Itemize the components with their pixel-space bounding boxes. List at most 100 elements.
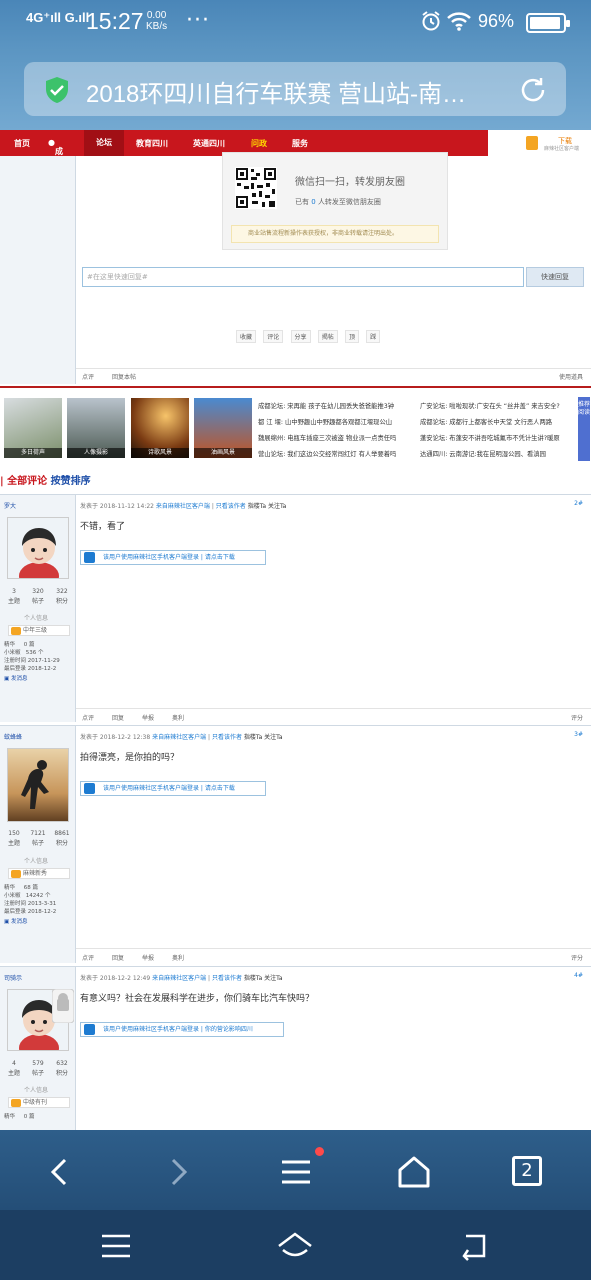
android-float-icon[interactable] <box>52 989 74 1023</box>
author-info: 精华 68 篇 小米椒 14242 个 注册时间 2013-3-31 最后登录 … <box>4 885 57 926</box>
nav-item-forum[interactable]: 论坛 <box>84 130 124 156</box>
use-tools-link[interactable]: 使用道具 <box>559 372 583 381</box>
phone-icon <box>526 136 538 150</box>
author-name[interactable]: 罗大 <box>4 501 16 510</box>
avatar[interactable] <box>7 748 69 822</box>
news-item[interactable]: 营山论坛: 我们这边公交经常闯红灯 有人举要着吗 <box>258 448 414 461</box>
share-button[interactable]: 分享 <box>290 330 311 343</box>
floor-number[interactable]: 3# <box>574 731 583 738</box>
rank-icon <box>11 627 21 635</box>
oppose-link[interactable]: 奥利 <box>172 713 184 722</box>
reply-post-link[interactable]: 回复本帖 <box>112 372 136 381</box>
recommended-tab[interactable]: 推荐阅读 <box>578 397 590 461</box>
download-app-button[interactable]: 下载 麻辣社区客户端 <box>522 134 586 154</box>
news-item[interactable]: 蓬安论坛: 布蓬安不讲吾吃城氟市不凭计生讲?暖原 <box>420 432 576 445</box>
reload-icon[interactable] <box>518 75 548 105</box>
downvote-button[interactable]: 踩 <box>366 330 381 343</box>
nav-item-education[interactable]: 教育四川 <box>136 138 168 149</box>
nav-item-chengdu[interactable]: ● 成都 <box>48 138 63 167</box>
comment-sort-tabs: | 全部评论 按赞排序 <box>0 476 91 487</box>
news-item[interactable]: 成都论坛: 宋再能 孩子在幼儿园丢失爸爸能推3钟 <box>258 400 414 413</box>
copyright-notice: 商业站售流程新操作表获授权，非商业转载请注明出处。 <box>231 225 439 243</box>
post-body: 有意义吗？社会在发展科学在进步，你们骑车比汽车快吗？ <box>80 994 315 1004</box>
score-link[interactable]: 评分 <box>571 953 583 962</box>
oppose-link[interactable]: 奥利 <box>172 953 184 962</box>
tabs-button[interactable]: 2 <box>512 1156 542 1186</box>
menu-button[interactable] <box>276 1152 316 1192</box>
comment-button[interactable]: 评论 <box>263 330 284 343</box>
nav-item-home[interactable]: 首页 <box>14 138 30 149</box>
divider <box>0 386 591 388</box>
forward-button[interactable] <box>158 1152 198 1192</box>
rank-badge: 麻辣新秀 <box>8 868 70 879</box>
post-bottom-bar: 点评 回复本帖 使用道具 <box>76 368 591 381</box>
page-title: 2018环四川自行车联赛 营山站-南… <box>86 81 467 108</box>
address-bar[interactable]: 2018环四川自行车联赛 营山站-南… <box>24 62 566 116</box>
qr-code <box>235 167 277 209</box>
tab-all-comments[interactable]: 全部评论 <box>7 476 47 487</box>
tab-sort-by-likes[interactable]: 按赞排序 <box>51 476 91 487</box>
author-info: 精华 0 篇 小米椒 536 个 注册时间 2017-11-29 最后登录 20… <box>4 642 60 683</box>
post-meta: 发表于 2018-12-2 12:49 来自麻辣社区客户端 | 只看该作者 指楼… <box>80 975 283 982</box>
notification-dot <box>315 1147 324 1156</box>
reply-link[interactable]: 回复 <box>112 953 124 962</box>
thumb-photo[interactable]: 人像摄影 <box>67 398 125 458</box>
rate-link[interactable]: 点评 <box>82 713 94 722</box>
send-message-link[interactable]: ▣ 发消息 <box>4 918 56 926</box>
network-speed: 0.00 KB/s <box>146 10 168 32</box>
nav-item-service[interactable]: 服务 <box>292 138 308 149</box>
comment-post: 司骑示 4 主题 579 帖子 632 积分 个人信息 中级有刊 精华 0 篇 发表于… <box>0 966 591 1130</box>
nav-item-wenzheng[interactable]: 问政 <box>251 138 267 149</box>
phone-icon <box>84 783 95 794</box>
author-name[interactable]: 蚊蜂蜂 <box>4 732 22 741</box>
share-box: 微信扫一扫，转发朋友圈 已有 0 人转发至微信朋友圈 商业站售流程新操作表获授权… <box>222 152 448 250</box>
post-body: 拍得漂亮，是你拍的吗？ <box>80 753 180 763</box>
share-scan-text: 微信扫一扫，转发朋友圈 <box>295 177 405 188</box>
upvote-button[interactable]: 顶 <box>345 330 360 343</box>
news-item[interactable]: 成都论坛: 成都行上都客长中天堂 文行恶人两路 <box>420 416 576 429</box>
comment-post: 罗大 3 主题 320 帖子 322 积分 个人信息 中年三级 精华 0 篇 小米椒 … <box>0 494 591 722</box>
author-name[interactable]: 司骑示 <box>4 973 22 982</box>
send-message-link[interactable]: ▣ 发消息 <box>4 675 60 683</box>
rate-link[interactable]: 点评 <box>82 953 94 962</box>
divider <box>75 156 76 384</box>
app-download-banner[interactable]: 该用户使用麻辣社区手机客户端登录 | 请点击下载 <box>80 781 266 796</box>
home-button[interactable] <box>394 1152 434 1192</box>
thumb-photo[interactable]: 油画风景 <box>194 398 252 458</box>
floor-number[interactable]: 4# <box>574 972 583 979</box>
quick-reply-button[interactable]: 快速回复 <box>526 267 584 287</box>
thumb-photo[interactable]: 多日荷声 <box>4 398 62 458</box>
avatar[interactable] <box>7 517 69 579</box>
clock: 15:27 <box>86 8 144 34</box>
post-meta: 发表于 2018-12-2 12:38 来自麻辣社区客户端 | 只看该作者 指楼… <box>80 734 283 741</box>
news-item[interactable]: 达通四川: 云南游记:我在昆明湿公园、看滇园 <box>420 448 576 461</box>
author-info: 精华 0 篇 <box>4 1114 35 1120</box>
recent-apps-button[interactable] <box>98 1228 134 1264</box>
system-home-button[interactable] <box>277 1228 313 1264</box>
rate-link[interactable]: 点评 <box>82 372 94 381</box>
thumb-photo[interactable]: 诗歌风景 <box>131 398 189 458</box>
system-back-button[interactable] <box>456 1228 492 1264</box>
post-actions: 收藏 评论 分享 揭帖 顶 踩 <box>236 330 385 344</box>
battery-icon <box>526 13 570 33</box>
score-link[interactable]: 评分 <box>571 713 583 722</box>
report-button[interactable]: 揭帖 <box>317 330 338 343</box>
back-button[interactable] <box>40 1152 80 1192</box>
comment-post: 蚊蜂蜂 150 主题 7121 帖子 8861 积分 个人信息 麻辣新秀 精华 68 … <box>0 725 591 963</box>
browser-address-area: 2018环四川自行车联赛 营山站-南… <box>0 48 591 130</box>
news-item[interactable]: 都 江 堰: 山中野趣山中野趣都各观都江堰现公山 <box>258 416 414 429</box>
news-item[interactable]: 广安论坛: 啦啦现状:广安在头 “丝井盖” 来吉安全? <box>420 400 576 413</box>
nav-item-traffic[interactable]: 英通四川 <box>193 138 225 149</box>
app-download-banner[interactable]: 该用户使用麻辣社区手机客户端登录 | 你的营论影响四川 <box>80 1022 284 1037</box>
floor-number[interactable]: 2# <box>574 500 583 507</box>
reply-link[interactable]: 回复 <box>112 713 124 722</box>
browser-toolbar: 2 <box>0 1130 591 1210</box>
app-download-banner[interactable]: 该用户使用麻辣社区手机客户端登录 | 请点击下载 <box>80 550 266 565</box>
news-item[interactable]: 魏展绵州: 电瓶车插座三次被盗 物业派一点责任吗 <box>258 432 414 445</box>
report-link[interactable]: 举报 <box>142 953 154 962</box>
quick-reply-input[interactable]: #在这里快速回复# <box>82 267 524 287</box>
system-nav-bar <box>0 1210 591 1280</box>
rank-icon <box>11 870 21 878</box>
report-link[interactable]: 举报 <box>142 713 154 722</box>
favorite-button[interactable]: 收藏 <box>236 330 257 343</box>
